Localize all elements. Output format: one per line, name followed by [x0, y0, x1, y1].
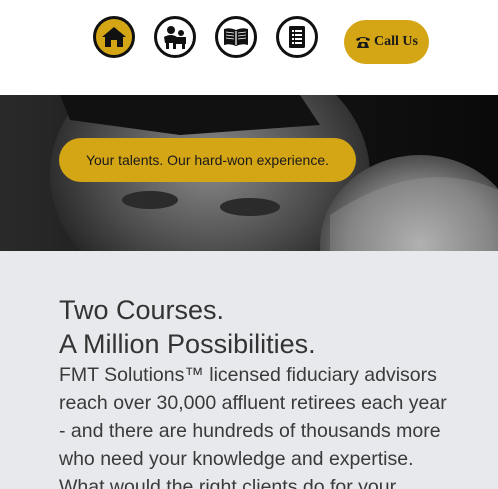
- paragraph-line: reach over 30,000 affluent retirees each…: [59, 392, 447, 414]
- page-headline: Two Courses. A Million Possibilities.: [59, 293, 479, 361]
- nav-people-button[interactable]: [154, 16, 196, 58]
- phone-icon: [356, 37, 371, 48]
- hero-banner: Your talents. Our hard-won experience.: [0, 95, 498, 251]
- nav-document-button[interactable]: [276, 16, 318, 58]
- nav-book-button[interactable]: [215, 16, 257, 58]
- headline-line-2: A Million Possibilities.: [59, 329, 316, 359]
- intro-section: Two Courses. A Million Possibilities. FM…: [0, 251, 498, 489]
- nav-home-button[interactable]: [93, 16, 135, 58]
- call-us-label: Call Us: [374, 34, 418, 49]
- headline-line-1: Two Courses.: [59, 295, 225, 325]
- call-us-button[interactable]: Call Us: [344, 20, 429, 64]
- intro-paragraph: FMT Solutions™ licensed fiduciary adviso…: [59, 361, 479, 489]
- paragraph-line: What would the right clients do for your: [59, 476, 397, 489]
- paragraph-line: FMT Solutions™ licensed fiduciary adviso…: [59, 364, 437, 386]
- book-icon: [224, 28, 248, 46]
- paragraph-line: - and there are hundreds of thousands mo…: [59, 420, 441, 442]
- hero-tagline-button[interactable]: Your talents. Our hard-won experience.: [59, 138, 356, 182]
- people-icon: [164, 26, 186, 49]
- home-icon: [102, 27, 126, 47]
- document-icon: [289, 26, 305, 48]
- site-header: Call Us: [0, 0, 498, 95]
- paragraph-line: who need your knowledge and expertise.: [59, 448, 414, 470]
